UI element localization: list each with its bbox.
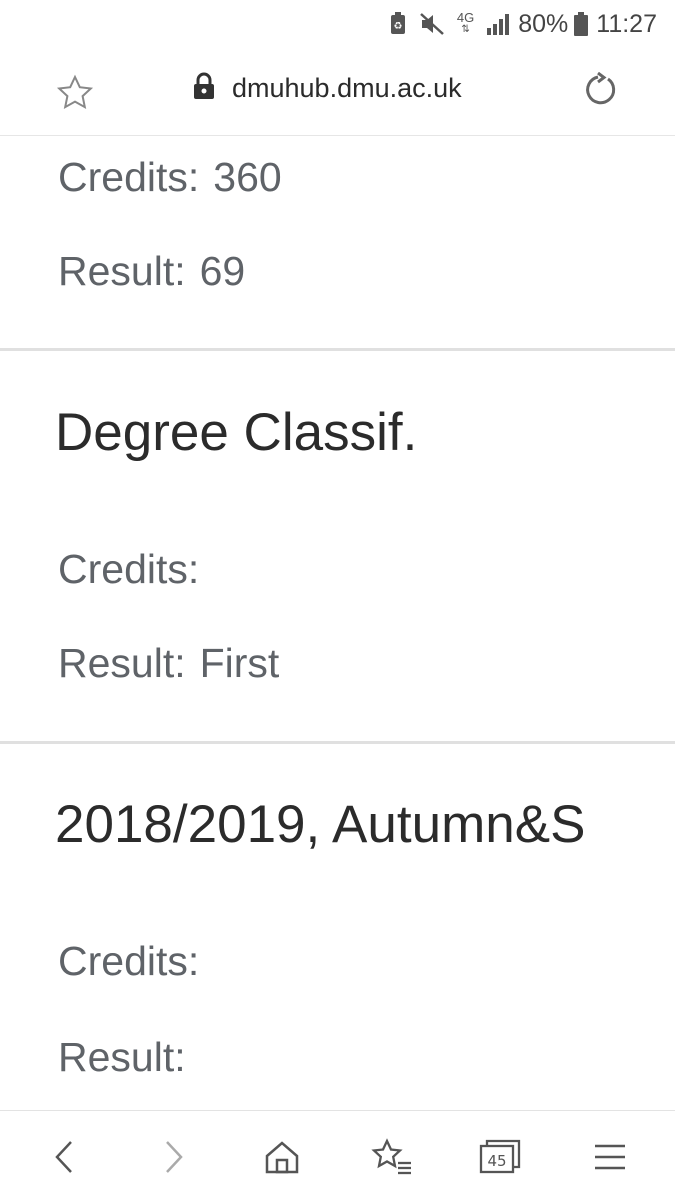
section-heading: 2018/2019, Autumn&S [55, 795, 586, 854]
credits-label: Credits: [58, 938, 200, 984]
result-label: Result: [58, 248, 186, 294]
section-heading: Degree Classif. [55, 403, 418, 462]
bookmark-star-icon[interactable] [56, 74, 94, 115]
result-row: Result: 69 [58, 248, 245, 295]
tab-count: 45 [487, 1152, 506, 1170]
result-row: Result: First [58, 640, 279, 687]
address-field[interactable]: dmuhub.dmu.ac.uk [192, 72, 462, 105]
url-text: dmuhub.dmu.ac.uk [232, 73, 462, 103]
browser-nav-bar: 45 [0, 1110, 675, 1200]
page-content[interactable]: Credits: 360 Result: 69 Degree Classif. Cr… [0, 136, 675, 1110]
credits-label: Credits: [58, 154, 200, 200]
credits-row: Credits: [58, 546, 213, 593]
clock-time: 11:27 [596, 9, 657, 38]
menu-icon[interactable] [588, 1135, 632, 1179]
battery-icon [574, 12, 589, 36]
credits-row: Credits: 360 [58, 154, 282, 201]
mute-icon [419, 12, 445, 36]
result-row: Result: [58, 1034, 200, 1081]
tabs-icon[interactable]: 45 [478, 1135, 522, 1179]
browser-url-bar: dmuhub.dmu.ac.uk [0, 48, 675, 136]
credits-value: 360 [213, 154, 282, 200]
network-4g-icon: 4G ⇅ [456, 10, 475, 35]
network-label: 4G [456, 10, 475, 25]
result-value: 69 [199, 248, 246, 294]
home-icon[interactable] [260, 1135, 304, 1179]
lock-icon [192, 72, 216, 105]
bookmarks-icon[interactable] [370, 1135, 414, 1179]
reload-icon[interactable] [582, 71, 618, 113]
forward-icon[interactable] [152, 1135, 196, 1179]
svg-text:♻: ♻ [393, 21, 402, 32]
section-divider [0, 348, 675, 351]
credits-label: Credits: [58, 546, 200, 592]
signal-icon [486, 13, 510, 35]
back-icon[interactable] [42, 1135, 86, 1179]
status-bar: ♻ 4G ⇅ 80% 11:27 [0, 0, 675, 48]
battery-saver-icon: ♻ [389, 12, 407, 36]
result-label: Result: [58, 1034, 186, 1080]
credits-row: Credits: [58, 938, 213, 985]
result-value: First [199, 640, 280, 686]
section-divider [0, 741, 675, 744]
result-label: Result: [58, 640, 186, 686]
battery-percent: 80% [518, 9, 569, 38]
